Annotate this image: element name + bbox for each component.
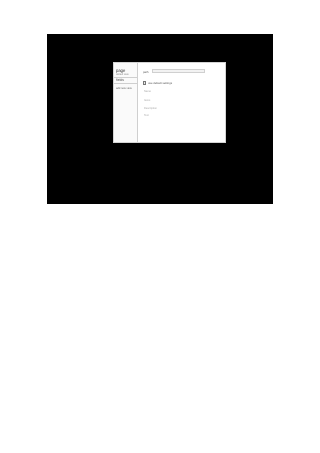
screenshot-frame: page default view fields add new view pa… bbox=[47, 34, 273, 204]
settings-window: page default view fields add new view pa… bbox=[113, 62, 226, 143]
default-settings-label: use default settings bbox=[148, 81, 173, 86]
field-item-description[interactable]: Description bbox=[144, 107, 157, 110]
sidebar: page default view fields add new view bbox=[114, 63, 138, 142]
add-view-link[interactable]: add new view bbox=[116, 87, 132, 90]
default-settings-checkbox[interactable] bbox=[142, 81, 146, 85]
path-input[interactable] bbox=[152, 68, 205, 73]
sidebar-section-heading: fields bbox=[116, 78, 124, 82]
page-body: { "sidebar": { "title": "page", "subtitl… bbox=[0, 0, 320, 453]
field-item-items[interactable]: Items bbox=[144, 99, 150, 102]
field-item-text[interactable]: Text bbox=[144, 114, 149, 117]
sidebar-divider bbox=[114, 83, 137, 84]
path-label: path bbox=[143, 69, 149, 74]
field-item-name[interactable]: Name bbox=[144, 90, 151, 93]
